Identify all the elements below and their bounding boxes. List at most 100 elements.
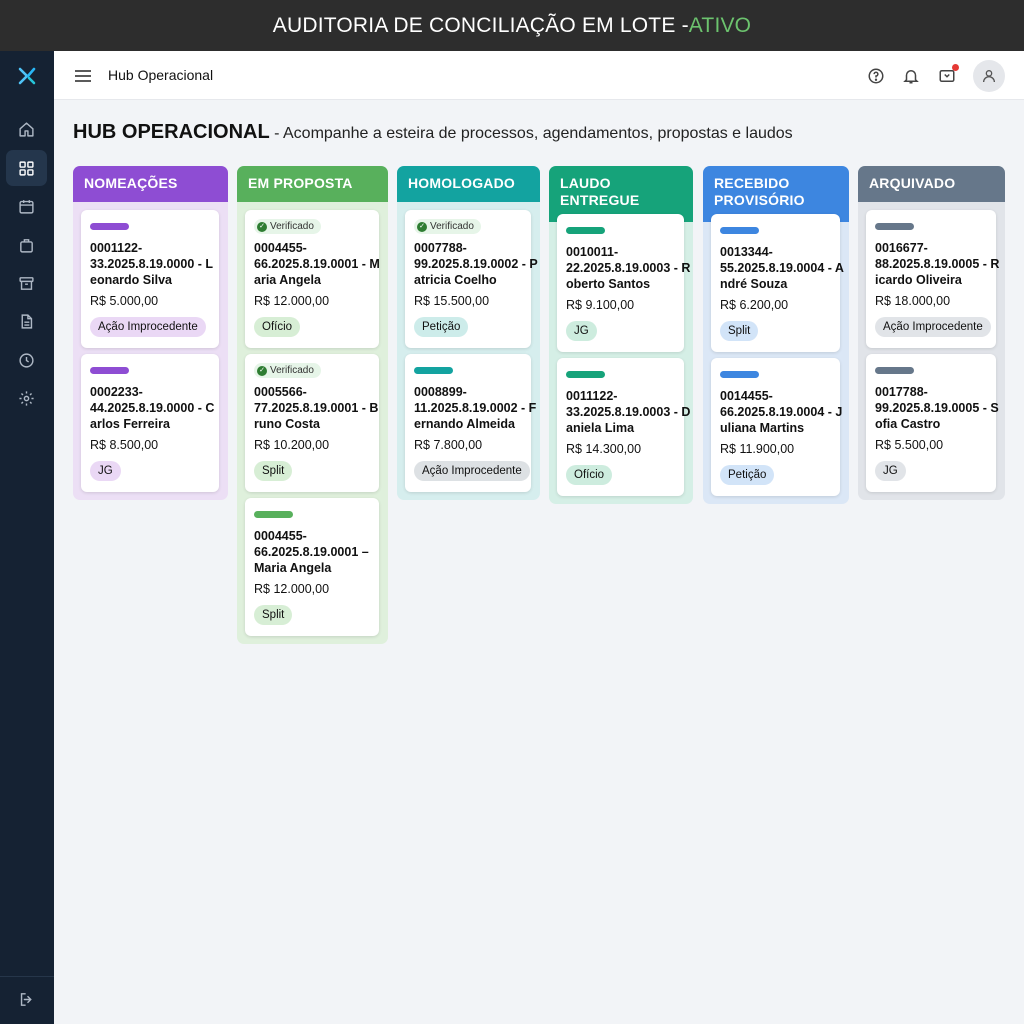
- process-number: 0016677- 88.2025.8.19.0005 - Ricardo Oli…: [875, 241, 1000, 287]
- header-title: Hub Operacional: [108, 67, 214, 83]
- inbox-button[interactable]: [935, 64, 959, 88]
- column-body: 0016677- 88.2025.8.19.0005 - Ricardo Oli…: [858, 202, 1005, 500]
- sidebar-item-calendar[interactable]: [6, 188, 47, 224]
- process-tag: Ação Improcedente: [875, 317, 991, 337]
- process-value: R$ 15.500,00: [414, 294, 490, 308]
- verified-badge: ✓ Verificado: [254, 363, 321, 378]
- verified-badge: ✓ Verificado: [414, 219, 481, 234]
- status-bar: [254, 511, 293, 518]
- process-tag: Split: [720, 321, 759, 341]
- process-card[interactable]: 0014455- 66.2025.8.19.0004 - Juliana Mar…: [711, 358, 842, 496]
- process-number: 0002233- 44.2025.8.19.0000 - Carlos Ferr…: [90, 385, 215, 431]
- process-number: 0014455- 66.2025.8.19.0004 - Juliana Mar…: [720, 389, 843, 435]
- process-value: R$ 6.200,00: [720, 298, 789, 312]
- status-bar: [720, 227, 759, 234]
- document-icon: [21, 313, 33, 329]
- process-card[interactable]: ✓ Verificado 0005566- 77.2025.8.19.0001 - …: [245, 354, 379, 492]
- check-icon: ✓: [257, 221, 267, 232]
- process-tag: Ação Improcedente: [90, 317, 206, 337]
- process-card[interactable]: ✓ Verificado 0004455- 66.2025.8.19.0001 - …: [245, 210, 380, 348]
- process-value: R$ 11.900,00: [720, 442, 795, 456]
- column-5: ARQUIVADO 0016677- 88.2025.8.19.0005 - Ri…: [858, 166, 1005, 500]
- column-0: NOMEAÇÕES 0001122- 33.2025.8.19.0000 - Le…: [73, 166, 228, 500]
- process-value: R$ 18.000,00: [875, 294, 951, 308]
- process-card[interactable]: 0011122- 33.2025.8.19.0003 - Daniela Lim…: [557, 358, 690, 496]
- process-value: R$ 7.800,00: [414, 438, 483, 452]
- process-tag: Ofício: [566, 465, 613, 485]
- process-card[interactable]: 0008899- 11.2025.8.19.0002 - Fernando Al…: [405, 354, 536, 492]
- page-title: HUB OPERACIONAL - Acompanhe a esteira de…: [73, 121, 793, 144]
- process-value: R$ 5.000,00: [90, 294, 159, 308]
- banner-title: AUDITORIA DE CONCILIAÇÃO EM LOTE -: [272, 13, 689, 37]
- column-4: RECEBIDO PROVISÓRIO 0013344- 55.2025.8.19…: [703, 166, 849, 504]
- process-number: 0013344- 55.2025.8.19.0004 - André Souza: [720, 245, 844, 291]
- process-tag: Petição: [720, 465, 775, 485]
- sidebar-item-briefcase[interactable]: [6, 227, 47, 263]
- sidebar-item-document[interactable]: [6, 303, 47, 339]
- process-card[interactable]: 0002233- 44.2025.8.19.0000 - Carlos Ferr…: [81, 354, 219, 492]
- help-icon: [868, 68, 884, 84]
- check-icon: ✓: [417, 221, 427, 232]
- avatar[interactable]: [973, 60, 1005, 92]
- column-header: NOMEAÇÕES: [73, 166, 228, 202]
- app-header: Hub Operacional: [54, 51, 1024, 100]
- process-tag: Split: [254, 461, 293, 481]
- process-card[interactable]: 0001122- 33.2025.8.19.0000 - Leonardo Si…: [81, 210, 219, 348]
- app-banner: AUDITORIA DE CONCILIAÇÃO EM LOTE - ATIVO: [0, 0, 1024, 51]
- process-number: 0004455- 66.2025.8.19.0001 - Maria Angel…: [254, 241, 380, 287]
- process-card[interactable]: 0016677- 88.2025.8.19.0005 - Ricardo Oli…: [866, 210, 999, 348]
- process-card[interactable]: 0004455- 66.2025.8.19.0001 – Maria Angel…: [245, 498, 379, 636]
- column-header: HOMOLOGADO: [397, 166, 540, 202]
- status-bar: [90, 367, 129, 374]
- process-value: R$ 14.300,00: [566, 442, 642, 456]
- process-number: 0017788- 99.2025.8.19.0005 - Sofia Castr…: [875, 385, 999, 431]
- calendar-icon: [19, 199, 34, 214]
- banner-status: ATIVO: [688, 13, 752, 37]
- sidebar-item-history[interactable]: [6, 342, 47, 378]
- logout-button[interactable]: [6, 981, 47, 1017]
- process-tag: Petição: [414, 317, 469, 337]
- process-card[interactable]: 0010011- 22.2025.8.19.0003 - Roberto San…: [557, 214, 690, 352]
- sidebar-item-home[interactable]: [6, 111, 47, 147]
- column-body: 0013344- 55.2025.8.19.0004 - André Souza…: [703, 214, 849, 504]
- column-2: HOMOLOGADO ✓ Verificado 0007788- 99.2025.8.…: [397, 166, 540, 500]
- column-body: 0001122- 33.2025.8.19.0000 - Leonardo Si…: [73, 202, 228, 500]
- notifications-button[interactable]: [899, 64, 923, 88]
- sidebar-item-dashboard[interactable]: [6, 150, 47, 186]
- process-value: R$ 12.000,00: [254, 582, 330, 596]
- process-card[interactable]: ✓ Verificado 0007788- 99.2025.8.19.0002 - …: [405, 210, 538, 348]
- briefcase-icon: [20, 238, 33, 253]
- archive-icon: [19, 276, 34, 290]
- verified-label: Verificado: [270, 365, 314, 376]
- verified-label: Verificado: [430, 221, 474, 232]
- process-value: R$ 5.500,00: [875, 438, 944, 452]
- process-value: R$ 9.100,00: [566, 298, 635, 312]
- verified-badge: ✓ Verificado: [254, 219, 321, 234]
- grid-icon: [19, 160, 34, 176]
- help-button[interactable]: [864, 64, 888, 88]
- process-card[interactable]: 0017788- 99.2025.8.19.0005 - Sofia Castr…: [866, 354, 999, 492]
- process-tag: Ofício: [254, 317, 301, 337]
- status-bar: [720, 371, 759, 378]
- process-tag: Ação Improcedente: [414, 461, 530, 481]
- process-number: 0001122- 33.2025.8.19.0000 - Leonardo Si…: [90, 241, 214, 287]
- home-icon: [19, 121, 34, 137]
- column-body: ✓ Verificado 0004455- 66.2025.8.19.0001 - …: [237, 202, 388, 644]
- process-card[interactable]: 0013344- 55.2025.8.19.0004 - André Souza…: [711, 214, 844, 352]
- process-number: 0011122- 33.2025.8.19.0003 - Daniela Lim…: [566, 389, 691, 435]
- bell-icon: [903, 70, 919, 84]
- page-subtitle: - Acompanhe a esteira de processos, agen…: [269, 125, 793, 142]
- process-number: 0005566- 77.2025.8.19.0001 - Bruno Costa: [254, 385, 379, 431]
- column-3: LAUDO ENTREGUE 0010011- 22.2025.8.19.0003…: [549, 166, 693, 504]
- status-bar: [566, 371, 605, 378]
- column-header: EM PROPOSTA: [237, 166, 388, 202]
- sidebar-item-settings[interactable]: [6, 380, 47, 416]
- sidebar-divider: [0, 976, 54, 977]
- column-body: 0010011- 22.2025.8.19.0003 - Roberto San…: [549, 214, 693, 504]
- notification-dot: [952, 64, 959, 71]
- logo-icon: [18, 67, 36, 85]
- process-number: 0008899- 11.2025.8.19.0002 - Fernando Al…: [414, 385, 537, 431]
- column-1: EM PROPOSTA ✓ Verificado 0004455- 66.2025.8…: [237, 166, 388, 644]
- sidebar-item-archive[interactable]: [6, 265, 47, 301]
- menu-icon[interactable]: [72, 65, 94, 87]
